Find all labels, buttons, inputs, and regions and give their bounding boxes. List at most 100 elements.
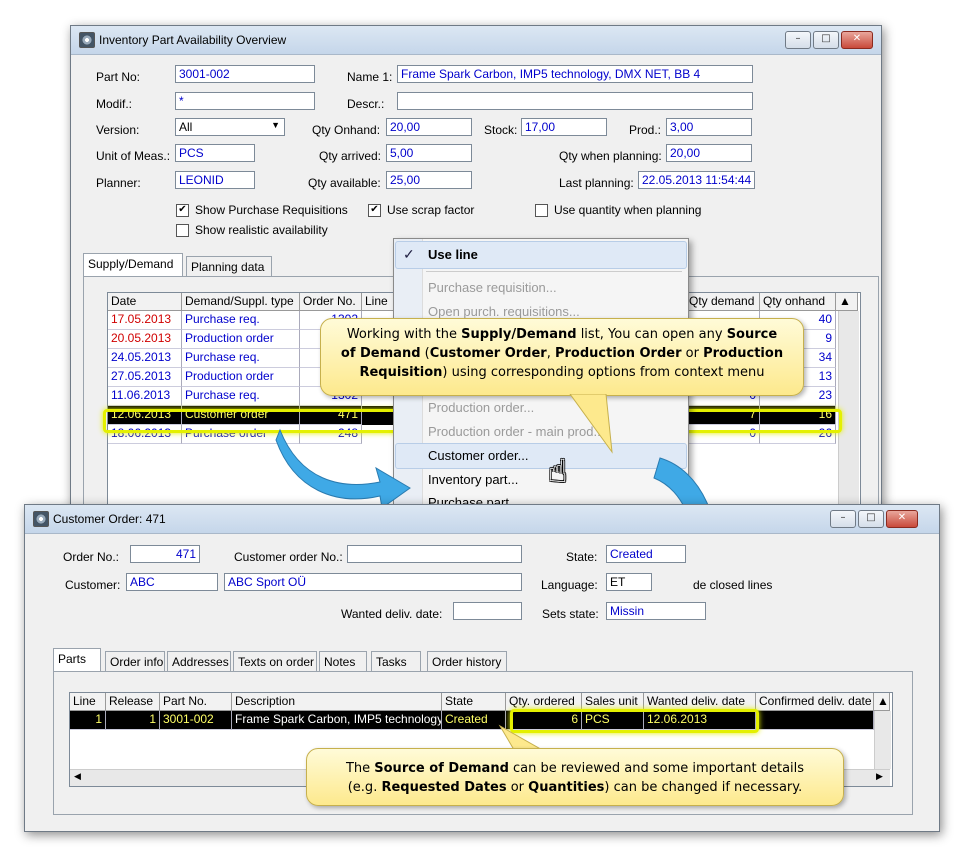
language-field[interactable]: ET: [606, 573, 652, 591]
maximize-icon[interactable]: □: [858, 510, 884, 528]
state-field[interactable]: Created: [606, 545, 686, 563]
callout-top-line2: of Demand (Customer Order, Production Or…: [321, 344, 803, 363]
col-header-line[interactable]: Line: [70, 693, 106, 711]
customer-order-no-field[interactable]: [347, 545, 522, 563]
col-header-type[interactable]: Demand/Suppl. type: [182, 293, 300, 311]
state-label: State:: [566, 550, 598, 564]
language-label: Language:: [541, 578, 598, 592]
callout-top-line3: Requisition) using corresponding options…: [321, 363, 803, 382]
show-purchase-req-checkbox[interactable]: ✔: [176, 204, 189, 217]
col-header-part-no[interactable]: Part No.: [160, 693, 232, 711]
minimize-icon[interactable]: –: [830, 510, 856, 528]
tab-tasks[interactable]: Tasks: [371, 651, 421, 671]
table-cell-type[interactable]: Purchase req.: [182, 349, 300, 368]
col-header-confirmed-deliv-date[interactable]: Confirmed deliv. date: [756, 693, 874, 711]
app-icon: [79, 32, 95, 48]
col-header-qty-onhand[interactable]: Qty onhand: [760, 293, 836, 311]
qty-available-field[interactable]: 25,00: [386, 171, 472, 189]
col-header-order-no[interactable]: Order No.: [300, 293, 362, 311]
menu-item-production-order[interactable]: Production order...: [428, 400, 534, 415]
qty-available-label: Qty available:: [308, 176, 381, 190]
table-cell-type[interactable]: Purchase req.: [182, 387, 300, 406]
maximize-icon[interactable]: □: [813, 31, 839, 49]
callout-text: can be reviewed and some important detai…: [508, 761, 805, 776]
table-cell-type[interactable]: Production order: [182, 368, 300, 387]
table-cell-date[interactable]: 27.05.2013: [108, 368, 182, 387]
unit-field[interactable]: PCS: [175, 144, 255, 162]
descr-field[interactable]: [397, 92, 753, 110]
menu-item-open-purch-req[interactable]: Open purch. requisitions...: [428, 304, 580, 319]
customer-order-titlebar[interactable]: Customer Order: 471 – □ ✕: [25, 505, 939, 534]
part-no-field[interactable]: 3001-002: [175, 65, 315, 83]
part-no-label: Part No:: [96, 70, 141, 84]
callout-bottom-line1: The Source of Demand can be reviewed and…: [307, 759, 843, 778]
tab-supply-demand[interactable]: Supply/Demand: [83, 253, 183, 276]
tab-order-info[interactable]: Order info: [105, 651, 165, 671]
show-realistic-checkbox[interactable]: [176, 224, 189, 237]
qty-onhand-field[interactable]: 20,00: [386, 118, 472, 136]
callout-text: or: [506, 780, 529, 795]
scroll-left-icon[interactable]: ◀: [74, 771, 81, 782]
use-qty-planning-checkbox[interactable]: [535, 204, 548, 217]
table-cell-date[interactable]: 20.05.2013: [108, 330, 182, 349]
last-planning-field[interactable]: 22.05.2013 11:54:44: [638, 171, 755, 189]
callout-text: (: [420, 346, 430, 361]
qty-arrived-field[interactable]: 5,00: [386, 144, 472, 162]
name1-label: Name 1:: [347, 70, 393, 84]
table-cell-confirmed-deliv-date[interactable]: [756, 711, 874, 730]
tab-planning-data[interactable]: Planning data: [186, 256, 272, 276]
arrow-to-menu-icon: [275, 428, 411, 509]
col-header-state[interactable]: State: [442, 693, 506, 711]
close-icon[interactable]: ✕: [886, 510, 918, 528]
stock-field[interactable]: 17,00: [521, 118, 607, 136]
table-cell-part-no[interactable]: 3001-002: [160, 711, 232, 730]
version-select[interactable]: All ▼: [175, 118, 285, 136]
window-title: Inventory Part Availability Overview: [99, 33, 287, 47]
menu-item-purchase-requisition[interactable]: Purchase requisition...: [428, 280, 557, 295]
check-icon: ✓: [403, 246, 415, 262]
close-icon[interactable]: ✕: [841, 31, 873, 49]
use-scrap-checkbox[interactable]: ✔: [368, 204, 381, 217]
order-no-field[interactable]: 471: [130, 545, 200, 563]
qty-when-planning-field[interactable]: 20,00: [666, 144, 752, 162]
chevron-down-icon[interactable]: ▼: [271, 120, 280, 130]
vertical-scrollbar[interactable]: [874, 711, 891, 769]
customer-field[interactable]: ABC: [126, 573, 218, 591]
callout-text: ) can be changed if necessary.: [604, 780, 803, 795]
tab-order-history[interactable]: Order history: [427, 651, 507, 671]
col-header-line[interactable]: Line: [362, 293, 394, 311]
col-header-qty-demand[interactable]: Qty demand: [686, 293, 760, 311]
col-header-release[interactable]: Release: [106, 693, 160, 711]
minimize-icon[interactable]: –: [785, 31, 811, 49]
modif-field[interactable]: *: [175, 92, 315, 110]
tab-addresses[interactable]: Addresses: [167, 651, 231, 671]
tab-parts[interactable]: Parts: [53, 648, 101, 671]
scroll-right-icon[interactable]: ▶: [876, 771, 883, 782]
sets-state-field[interactable]: Missin: [606, 602, 706, 620]
table-cell-date[interactable]: 11.06.2013: [108, 387, 182, 406]
customer-name-field[interactable]: ABC Sport OÜ: [224, 573, 522, 591]
col-header-description[interactable]: Description: [232, 693, 442, 711]
table-cell-date[interactable]: 17.05.2013: [108, 311, 182, 330]
table-cell-date[interactable]: 24.05.2013: [108, 349, 182, 368]
tab-notes[interactable]: Notes: [319, 651, 367, 671]
prod-field[interactable]: 3,00: [666, 118, 752, 136]
use-qty-planning-label: Use quantity when planning: [554, 203, 702, 217]
inventory-titlebar[interactable]: Inventory Part Availability Overview – □…: [71, 26, 881, 55]
wanted-deliv-date-field[interactable]: [453, 602, 522, 620]
table-cell-release[interactable]: 1: [106, 711, 160, 730]
callout-bottom: The Source of Demand can be reviewed and…: [306, 748, 844, 806]
planner-field[interactable]: LEONID: [175, 171, 255, 189]
tab-texts-on-order[interactable]: Texts on order: [233, 651, 317, 671]
table-cell-type[interactable]: Purchase req.: [182, 311, 300, 330]
name1-field[interactable]: Frame Spark Carbon, IMP5 technology, DMX…: [397, 65, 753, 83]
hand-cursor-icon: ☝: [548, 452, 568, 490]
table-cell-line[interactable]: 1: [70, 711, 106, 730]
table-cell-description[interactable]: Frame Spark Carbon, IMP5 technology,: [232, 711, 442, 730]
use-scrap-label: Use scrap factor: [387, 203, 475, 217]
unit-label: Unit of Meas.:: [96, 149, 171, 163]
stock-label: Stock:: [484, 123, 518, 137]
menu-item-inventory-part[interactable]: Inventory part...: [428, 472, 518, 487]
col-header-date[interactable]: Date: [108, 293, 182, 311]
table-cell-type[interactable]: Production order: [182, 330, 300, 349]
